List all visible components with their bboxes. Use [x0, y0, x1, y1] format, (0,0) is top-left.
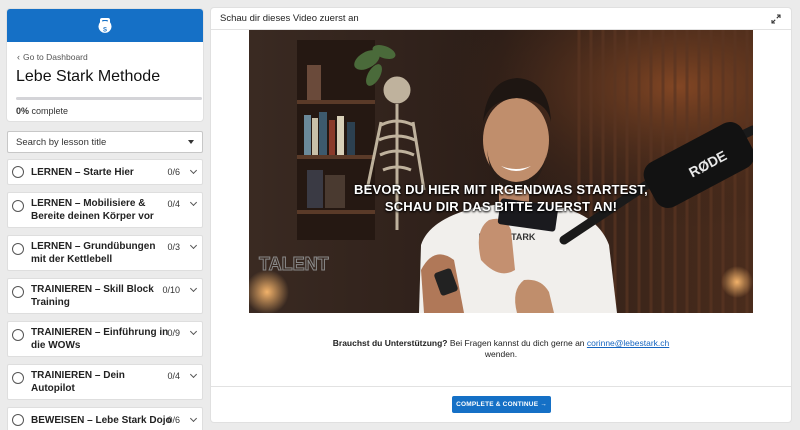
- lesson-title-line-1: LERNEN – Mobilisiere &: [31, 198, 146, 209]
- video-player[interactable]: TALENT LEBE STARK RØDE: [249, 30, 753, 313]
- status-circle-icon: [12, 243, 24, 255]
- lesson-section-title: LERNEN – Starte Hier: [31, 166, 134, 179]
- lesson-title-line-1: TRAINIEREN – Skill Block: [31, 284, 154, 295]
- svg-text:S: S: [103, 27, 107, 33]
- footer-divider: [211, 386, 791, 387]
- video-caption: BEVOR DU HIER MIT IRGENDWAS STARTEST, SC…: [249, 181, 753, 215]
- lesson-count: 0/9: [167, 328, 180, 338]
- lesson-section[interactable]: LERNEN – Grundübungen mit der Kettlebell 0…: [7, 235, 203, 271]
- chevron-down-icon[interactable]: [189, 327, 198, 336]
- search-placeholder: Search by lesson title: [16, 136, 107, 148]
- lesson-count: 0/6: [167, 415, 180, 425]
- lesson-count: 0/3: [167, 242, 180, 252]
- lesson-title-line-2: Bereite deinen Körper vor: [31, 211, 154, 222]
- back-link-label: Go to Dashboard: [23, 52, 88, 62]
- course-sidebar: S ‹ Go to Dashboard Lebe Stark Methode 0…: [0, 0, 210, 430]
- support-tail: wenden.: [484, 349, 518, 359]
- support-email-link[interactable]: corinne@lebestark.ch: [587, 338, 669, 348]
- lesson-title-line-1: BEWEISEN – Lebe Stark Dojo: [31, 415, 172, 426]
- brand-bar: S: [7, 9, 203, 42]
- lesson-section[interactable]: BEWEISEN – Lebe Stark Dojo 0/6: [7, 407, 203, 430]
- support-heading: Brauchst du Unterstützung?: [332, 338, 448, 348]
- chevron-down-icon[interactable]: [189, 241, 198, 250]
- video-frame: TALENT LEBE STARK RØDE: [249, 30, 753, 313]
- lesson-content-panel: Schau dir dieses Video zuerst an TALENT …: [211, 8, 791, 422]
- status-circle-icon: [12, 286, 24, 298]
- status-circle-icon: [12, 166, 24, 178]
- progress-label: complete: [31, 106, 69, 116]
- status-circle-icon: [12, 414, 24, 426]
- lesson-section-title: TRAINIEREN – Dein Autopilot: [31, 369, 125, 395]
- lesson-section[interactable]: TRAINIEREN – Skill Block Training 0/10: [7, 278, 203, 314]
- lesson-section-title: LERNEN – Grundübungen mit der Kettlebell: [31, 240, 155, 266]
- progress-value: 0%: [16, 106, 30, 116]
- lesson-title-line-1: TRAINIEREN – Dein: [31, 370, 125, 381]
- lesson-count: 0/4: [167, 199, 180, 209]
- lesson-title-line-2: Training: [31, 297, 70, 308]
- lesson-section-title: LERNEN – Mobilisiere & Bereite deinen Kör…: [31, 197, 154, 223]
- chevron-left-icon: ‹: [17, 52, 20, 62]
- lesson-section-title: TRAINIEREN – Einführung in die WOWs: [31, 326, 168, 352]
- course-card: S ‹ Go to Dashboard Lebe Stark Methode 0…: [7, 9, 203, 121]
- status-circle-icon: [12, 200, 24, 212]
- chevron-down-icon[interactable]: [189, 166, 198, 175]
- lesson-title-line-1: LERNEN – Starte Hier: [31, 167, 134, 178]
- status-circle-icon: [12, 329, 24, 341]
- lesson-section[interactable]: LERNEN – Mobilisiere & Bereite deinen Kör…: [7, 192, 203, 228]
- lesson-title: Schau dir dieses Video zuerst an: [220, 13, 359, 24]
- lesson-section[interactable]: TRAINIEREN – Einführung in die WOWs 0/9: [7, 321, 203, 357]
- go-to-dashboard-link[interactable]: ‹ Go to Dashboard: [17, 52, 203, 62]
- chevron-down-icon[interactable]: [189, 198, 198, 207]
- chevron-down-icon[interactable]: [189, 284, 198, 293]
- support-note: Brauchst du Unterstützung? Bei Fragen ka…: [211, 338, 791, 360]
- chevron-down-icon[interactable]: [189, 414, 198, 423]
- expand-icon[interactable]: [771, 13, 781, 24]
- lesson-search-select[interactable]: Search by lesson title: [7, 131, 203, 153]
- complete-continue-button[interactable]: COMPLETE & CONTINUE →: [452, 396, 551, 413]
- lesson-title-line-2: mit der Kettlebell: [31, 254, 113, 265]
- support-text: Bei Fragen kannst du dich gerne an: [447, 338, 587, 348]
- chevron-down-icon[interactable]: [189, 370, 198, 379]
- lesson-title-line-1: TRAINIEREN – Einführung in: [31, 327, 169, 338]
- lesson-title-line-2: die WOWs: [31, 340, 81, 351]
- caption-line-1: BEVOR DU HIER MIT IRGENDWAS STARTEST,: [354, 182, 648, 197]
- lesson-count: 0/6: [167, 167, 180, 177]
- progress-text: 0% complete: [16, 106, 203, 116]
- kettlebell-logo-icon: S: [98, 17, 112, 33]
- status-circle-icon: [12, 372, 24, 384]
- progress-bar: [16, 97, 202, 100]
- course-title: Lebe Stark Methode: [16, 68, 161, 85]
- lesson-section[interactable]: TRAINIEREN – Dein Autopilot 0/4: [7, 364, 203, 400]
- lesson-count: 0/10: [162, 285, 180, 295]
- lesson-section-title: BEWEISEN – Lebe Stark Dojo: [31, 414, 172, 427]
- lesson-header: Schau dir dieses Video zuerst an: [211, 8, 791, 30]
- caption-line-2: SCHAU DIR DAS BITTE ZUERST AN!: [384, 199, 618, 214]
- lesson-section-title: TRAINIEREN – Skill Block Training: [31, 283, 154, 309]
- lesson-section[interactable]: LERNEN – Starte Hier 0/6: [7, 159, 203, 185]
- lesson-title-line-1: LERNEN – Grundübungen: [31, 241, 156, 252]
- lesson-title-line-2: Autopilot: [31, 383, 75, 394]
- lesson-count: 0/4: [167, 371, 180, 381]
- caret-down-icon: [188, 140, 194, 144]
